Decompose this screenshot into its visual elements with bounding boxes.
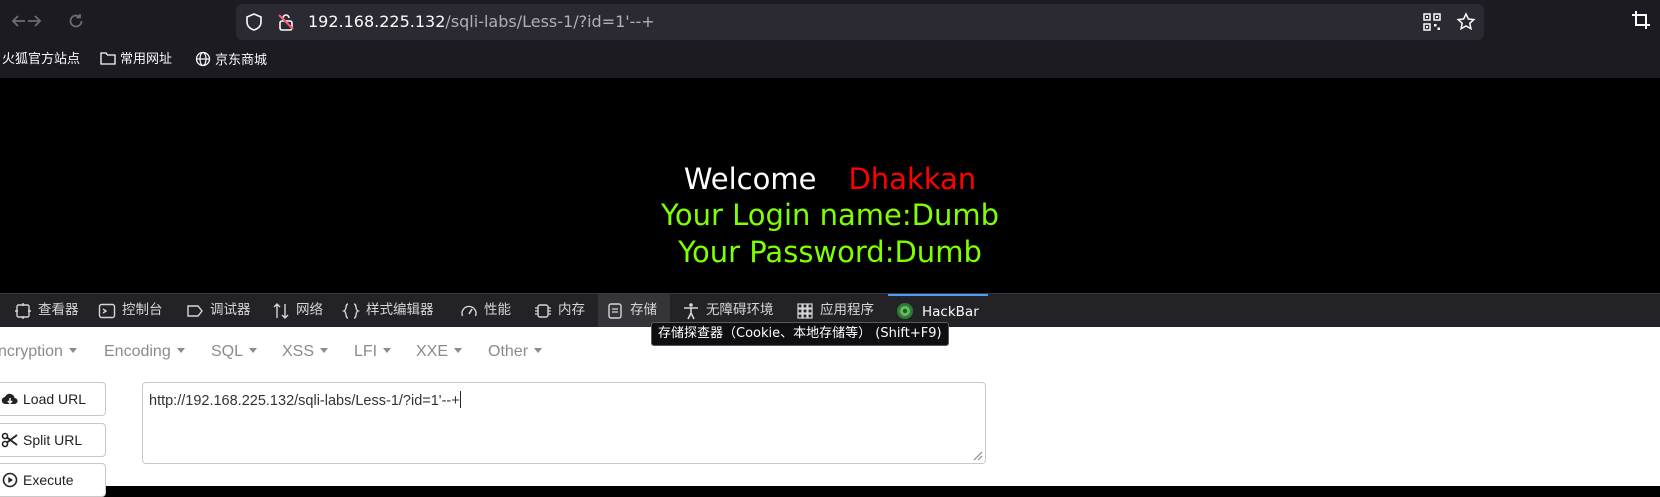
menu-xss[interactable]: XSS [282,341,329,363]
inspector-icon [15,303,31,319]
welcome-line: Welcome Dhakkan [0,161,1660,197]
bookmarks-bar: 火狐官方站点 常用网址 京东商城 [0,42,1660,78]
bookmark-star-icon[interactable] [1456,12,1476,32]
menu-label: LFI [354,343,378,360]
menu-encoding[interactable]: Encoding [104,341,185,363]
tab-network[interactable]: 网络 [270,294,323,327]
page-content: Welcome Dhakkan Your Login name:Dumb Your… [0,78,1660,293]
bookmark-label: 京东商城 [215,53,268,68]
caret-down-icon [320,348,329,353]
console-icon [98,303,116,319]
storage-tooltip: 存储探查器（Cookie、本地存储等） (Shift+F9) [651,322,949,346]
url-text[interactable]: 192.168.225.132/sqli-labs/Less-1/?id=1'-… [308,12,655,32]
tab-label: HackBar [922,304,979,320]
button-label: Load URL [23,391,87,407]
menu-xxe[interactable]: XXE [416,341,463,363]
bookmark-common-sites[interactable]: 常用网址 [100,51,172,69]
application-icon [797,303,813,319]
screenshot-crop-icon[interactable] [1630,10,1652,32]
menu-label: SQL [211,343,244,360]
menu-encryption[interactable]: ncryption [0,341,77,363]
welcome-text: Welcome [683,162,817,196]
tab-inspector[interactable]: 查看器 [12,294,79,327]
memory-icon [535,304,551,318]
url-path: /sqli-labs/Less-1/?id=1'--+ [445,12,655,31]
tab-label: 网络 [296,302,323,318]
cloud-download-icon [1,393,18,405]
caret-down-icon [68,348,77,353]
login-name-line: Your Login name:Dumb [661,198,999,232]
tab-memory[interactable]: 内存 [532,294,585,327]
tab-debugger[interactable]: 调试器 [184,294,251,327]
tab-performance[interactable]: 性能 [458,294,511,327]
caret-down-icon [454,348,463,353]
button-label: Split URL [23,432,83,448]
arrow-right-icon [28,15,42,27]
tab-console[interactable]: 控制台 [96,294,163,327]
menu-label: XXE [416,343,449,360]
menu-label: Other [488,343,529,360]
tab-label: 样式编辑器 [366,302,434,318]
caret-down-icon [534,348,543,353]
browser-toolbar: 192.168.225.132/sqli-labs/Less-1/?id=1'-… [0,0,1660,42]
url-host: 192.168.225.132 [308,12,446,31]
reload-button[interactable] [63,8,89,34]
load-url-button[interactable]: Load URL [0,382,106,416]
url-textarea[interactable]: http://192.168.225.132/sqli-labs/Less-1/… [142,382,986,464]
globe-icon [195,51,211,67]
menu-lfi[interactable]: LFI [354,341,392,363]
storage-icon [608,303,622,319]
tab-label: 调试器 [210,302,251,318]
menu-sql[interactable]: SQL [211,341,258,363]
debugger-icon [187,305,203,317]
folder-icon [100,52,116,65]
tab-label: 内存 [558,302,585,318]
tab-label: 性能 [484,302,511,318]
bookmark-jd[interactable]: 京东商城 [195,51,267,69]
bookmark-label: 常用网址 [120,52,173,67]
tab-label: 控制台 [122,302,163,318]
tab-style-editor[interactable]: 样式编辑器 [340,294,434,327]
style-editor-icon [342,303,360,319]
qr-code-icon[interactable] [1422,12,1442,32]
tab-label: 存储 [630,302,657,318]
bookmark-firefox[interactable]: 火狐官方站点 [2,51,80,69]
scissors-icon [1,432,18,448]
hackbar-icon [897,303,913,319]
password-line: Your Password:Dumb [678,235,982,269]
dhakkan-text: Dhakkan [848,162,977,196]
resize-grip-icon[interactable] [971,449,983,461]
caret-down-icon [249,348,258,353]
menu-other[interactable]: Other [488,341,543,363]
reload-icon [69,14,83,28]
url-bar[interactable]: 192.168.225.132/sqli-labs/Less-1/?id=1'-… [236,4,1484,40]
forward-button[interactable] [21,8,47,34]
menu-label: ncryption [0,343,63,360]
tab-label: 查看器 [38,302,79,318]
menu-label: Encoding [104,343,171,360]
tab-label: 无障碍环境 [706,302,774,318]
caret-down-icon [176,348,185,353]
tab-label: 应用程序 [820,302,874,318]
url-textarea-value: http://192.168.225.132/sqli-labs/Less-1/… [149,393,460,409]
performance-icon [461,305,477,317]
insecure-lock-icon[interactable] [276,12,296,32]
menu-label: XSS [282,343,315,360]
bookmark-label: 火狐官方站点 [2,52,81,67]
execute-button[interactable]: Execute [0,463,106,497]
shield-icon[interactable] [244,12,264,32]
caret-down-icon [383,348,392,353]
hackbar-panel: ncryption Encoding SQL XSS LFI XXE Other… [0,327,1660,497]
accessibility-icon [684,303,698,320]
network-icon [273,303,289,319]
text-cursor [459,391,461,408]
split-url-button[interactable]: Split URL [0,423,106,457]
